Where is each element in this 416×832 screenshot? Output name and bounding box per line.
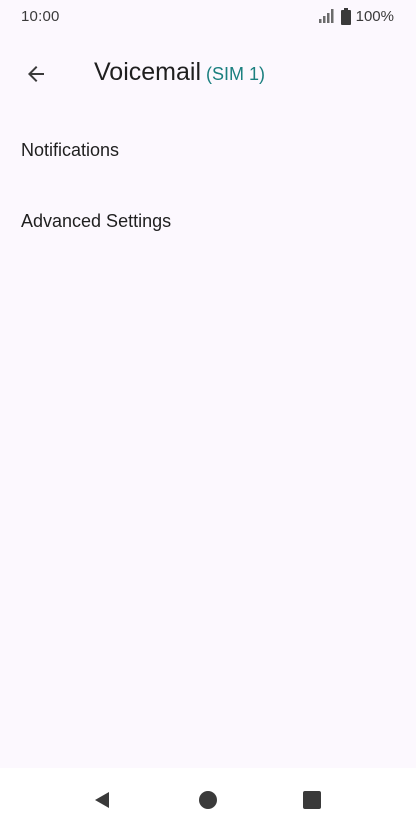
nav-home-button[interactable] [188,780,228,820]
page-title: Voicemail (SIM 1) [94,58,265,87]
sim-label: (SIM 1) [206,64,266,84]
list-item-label: Advanced Settings [21,210,172,231]
back-button[interactable] [13,54,59,94]
recents-square-icon [303,791,321,809]
back-triangle-icon [95,792,109,808]
page-title-text: Voicemail [94,58,201,86]
nav-recents-button[interactable] [292,780,332,820]
nav-back-button[interactable] [82,780,122,820]
top-app-bar: Voicemail (SIM 1) [0,34,416,112]
status-time: 10:00 [21,8,60,25]
battery-percentage: 100% [355,7,394,25]
status-bar: 10:00 100% [0,0,416,34]
home-circle-icon [199,791,217,809]
status-icons: 100% [318,7,394,25]
arrow-back-icon [28,66,44,82]
list-item-label: Notifications [21,139,120,160]
list-item-notifications[interactable]: Notifications [0,115,416,185]
signal-icon [318,9,334,23]
navigation-bar [0,768,416,832]
list-item-advanced-settings[interactable]: Advanced Settings [0,186,416,256]
battery-icon [340,7,351,25]
